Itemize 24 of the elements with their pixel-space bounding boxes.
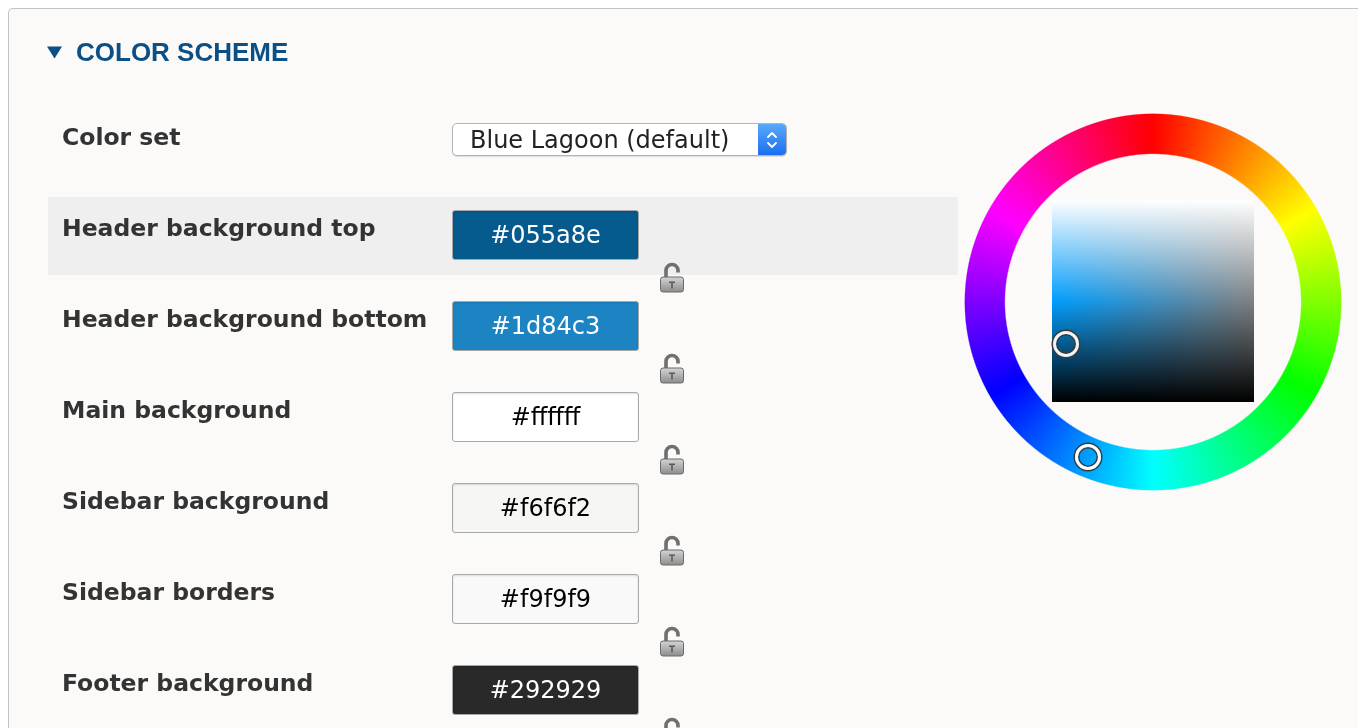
color-value-field[interactable]: #ffffff — [452, 392, 639, 442]
color-field-label: Sidebar background — [62, 487, 331, 515]
color-value-field[interactable]: #055a8e — [452, 210, 639, 260]
section-summary[interactable]: COLOR SCHEME — [48, 37, 289, 67]
color-field-label: Header background top — [62, 214, 377, 242]
padlock-icon[interactable] — [659, 535, 685, 566]
color-field-label: Header background bottom — [62, 305, 429, 333]
padlock-icon[interactable] — [659, 353, 685, 384]
color-value-field[interactable]: #f9f9f9 — [452, 574, 639, 624]
color-value-field[interactable]: #1d84c3 — [452, 301, 639, 351]
shade-handle[interactable] — [1052, 330, 1079, 357]
color-set-select[interactable]: Blue Lagoon (default) — [452, 123, 787, 156]
updown-chevron-icon — [758, 124, 786, 155]
color-field-label: Main background — [62, 396, 293, 424]
padlock-icon[interactable] — [659, 626, 685, 657]
color-value-field[interactable]: #292929 — [452, 665, 639, 715]
padlock-icon[interactable] — [659, 444, 685, 475]
color-set-label: Color set — [62, 123, 182, 151]
saturation-lightness-square[interactable] — [1052, 200, 1254, 402]
color-field-label: Footer background — [62, 669, 315, 697]
color-field-label: Sidebar borders — [62, 578, 277, 606]
hue-handle[interactable] — [1074, 444, 1101, 471]
color-value-field[interactable]: #f6f6f2 — [452, 483, 639, 533]
padlock-icon[interactable] — [659, 262, 685, 293]
